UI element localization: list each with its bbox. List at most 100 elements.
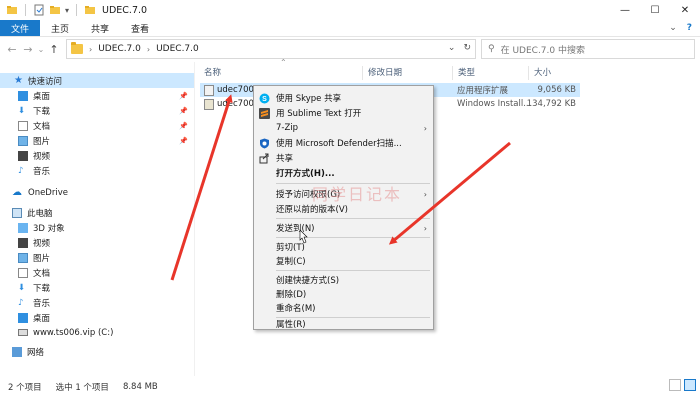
sidebar-item-3d-objects[interactable]: 3D 对象 (18, 220, 194, 235)
menu-item-open-with[interactable]: 打开方式(H)... (254, 166, 433, 180)
videos-icon (18, 150, 28, 161)
sidebar-item-documents[interactable]: 文档 📌 (18, 118, 194, 133)
explorer-window: ▾ UDEC.7.0 — ☐ ✕ 文件 主页 共享 查看 ⌄ ? ← → ⌄ ↑… (0, 0, 700, 396)
column-header-name[interactable]: 名称 (204, 66, 221, 80)
view-switcher (669, 379, 696, 391)
menu-item-rename[interactable]: 重命名(M) (254, 301, 433, 315)
sidebar-item-label: 网络 (27, 347, 45, 358)
menu-item-skype-share[interactable]: S 使用 Skype 共享 (254, 91, 433, 105)
sidebar-item-network[interactable]: 网络 (12, 344, 194, 359)
up-arrow-icon[interactable]: ↑ (46, 43, 62, 56)
large-icons-view-icon[interactable] (684, 379, 696, 391)
menu-item-share[interactable]: 共享 (254, 151, 433, 165)
sidebar-item-pc-music[interactable]: ♪ 音乐 (18, 295, 194, 310)
tab-home[interactable]: 主页 (40, 20, 80, 36)
back-arrow-icon[interactable]: ← (4, 43, 20, 56)
sidebar-item-pc-videos[interactable]: 视频 (18, 235, 194, 250)
refresh-icon[interactable]: ↻ (463, 43, 471, 53)
title-bar: ▾ UDEC.7.0 — ☐ ✕ (0, 0, 700, 20)
search-input[interactable]: ⚲ 在 UDEC.7.0 中搜索 (481, 39, 695, 59)
maximize-icon[interactable]: ☐ (640, 0, 670, 20)
star-icon: ★ (14, 75, 23, 86)
column-divider[interactable] (452, 66, 453, 80)
menu-item-cut[interactable]: 剪切(T) (254, 240, 433, 254)
pin-icon[interactable]: 📌 (179, 92, 188, 100)
sidebar-item-quick-access[interactable]: ★ 快速访问 (0, 73, 194, 88)
customize-toolbar-chevron-icon[interactable]: ▾ (65, 6, 69, 15)
pin-icon[interactable]: 📌 (179, 137, 188, 145)
sidebar-item-label: 下载 (33, 283, 51, 294)
watermark-text: 同学日记本 (312, 185, 403, 204)
address-path-box[interactable]: › UDEC.7.0 › UDEC.7.0 ⌄ ↻ (66, 39, 476, 59)
pane-divider[interactable] (194, 62, 195, 376)
column-header-type[interactable]: 类型 (458, 66, 475, 80)
pin-icon[interactable]: 📌 (179, 107, 188, 115)
menu-item-label: 复制(C) (276, 257, 306, 267)
properties-icon[interactable] (33, 4, 45, 16)
sidebar-item-music[interactable]: ♪ 音乐 (18, 163, 194, 178)
close-icon[interactable]: ✕ (670, 0, 700, 20)
sidebar-item-this-pc[interactable]: 此电脑 (12, 205, 194, 220)
menu-separator (276, 237, 430, 238)
new-folder-icon[interactable] (49, 4, 61, 16)
column-header-size[interactable]: 大小 (534, 66, 551, 80)
forward-arrow-icon[interactable]: → (20, 43, 36, 56)
menu-item-sublime-open[interactable]: 用 Sublime Text 打开 (254, 106, 433, 120)
details-view-icon[interactable] (669, 379, 681, 391)
help-icon[interactable]: ? (687, 23, 692, 33)
menu-item-copy[interactable]: 复制(C) (254, 254, 433, 268)
address-history-chevron-icon[interactable]: ⌄ (448, 43, 456, 53)
pictures-icon (18, 135, 28, 146)
file-name: udec700_ (217, 99, 259, 109)
tab-share[interactable]: 共享 (80, 20, 120, 36)
menu-item-send-to[interactable]: 发送到(N) › (254, 221, 433, 235)
music-icon: ♪ (18, 297, 24, 308)
status-bar: 2 个项目 选中 1 个项目 8.84 MB (0, 378, 700, 396)
sidebar-item-label: 图片 (33, 253, 51, 264)
menu-item-label: 使用 Microsoft Defender扫描... (276, 139, 402, 149)
sidebar-item-pc-documents[interactable]: 文档 (18, 265, 194, 280)
tab-view[interactable]: 查看 (120, 20, 160, 36)
sidebar-item-videos[interactable]: 视频 (18, 148, 194, 163)
minimize-icon[interactable]: — (610, 0, 640, 20)
menu-item-label: 打开方式(H)... (276, 169, 335, 179)
pin-icon[interactable]: 📌 (179, 122, 188, 130)
sidebar-item-label: 下载 (33, 106, 51, 117)
expand-ribbon-chevron-icon[interactable]: ⌄ (669, 23, 677, 33)
menu-item-label: 删除(D) (276, 290, 307, 300)
sidebar-item-pc-desktop[interactable]: 桌面 (18, 310, 194, 325)
breadcrumb-separator-icon: › (146, 44, 151, 54)
sidebar-item-onedrive[interactable]: ☁ OneDrive (12, 185, 194, 200)
defender-icon (259, 138, 270, 149)
sidebar-item-pictures[interactable]: 图片 📌 (18, 133, 194, 148)
status-size: 8.84 MB (122, 382, 158, 392)
sidebar-item-drive-c[interactable]: www.ts006.vip (C:) (18, 325, 194, 340)
status-selected: 选中 1 个项目 (55, 383, 109, 393)
sidebar-item-label: OneDrive (28, 187, 68, 198)
sidebar-item-pc-pictures[interactable]: 图片 (18, 250, 194, 265)
submenu-arrow-icon: › (423, 223, 427, 233)
breadcrumb-item[interactable]: UDEC.7.0 (156, 44, 199, 54)
menu-item-defender-scan[interactable]: 使用 Microsoft Defender扫描... (254, 136, 433, 150)
menu-item-create-shortcut[interactable]: 创建快捷方式(S) (254, 273, 433, 287)
quick-access-toolbar: ▾ (0, 4, 96, 16)
column-divider[interactable] (362, 66, 363, 80)
tab-file[interactable]: 文件 (0, 20, 41, 36)
menu-item-delete[interactable]: 删除(D) (254, 287, 433, 301)
recent-locations-chevron-icon[interactable]: ⌄ (36, 45, 46, 54)
column-divider[interactable] (528, 66, 529, 80)
sidebar-item-pc-downloads[interactable]: ⬇ 下载 (18, 280, 194, 295)
breadcrumb-item[interactable]: UDEC.7.0 (98, 44, 141, 54)
folder-title-icon (85, 6, 96, 14)
installer-icon (204, 98, 214, 110)
sidebar-item-label: 视频 (33, 238, 51, 249)
sidebar-item-label: 3D 对象 (33, 223, 65, 234)
download-icon: ⬇ (18, 105, 26, 116)
column-header-modified[interactable]: 修改日期 (368, 66, 402, 80)
sidebar-item-downloads[interactable]: ⬇ 下载 📌 (18, 103, 194, 118)
sidebar-item-desktop[interactable]: 桌面 📌 (18, 88, 194, 103)
menu-item-7zip[interactable]: 7-Zip › (254, 121, 433, 135)
folder-app-icon (7, 6, 17, 14)
menu-item-properties[interactable]: 属性(R) (254, 317, 433, 331)
ribbon-tabs: 文件 主页 共享 查看 ⌄ ? (0, 20, 700, 37)
